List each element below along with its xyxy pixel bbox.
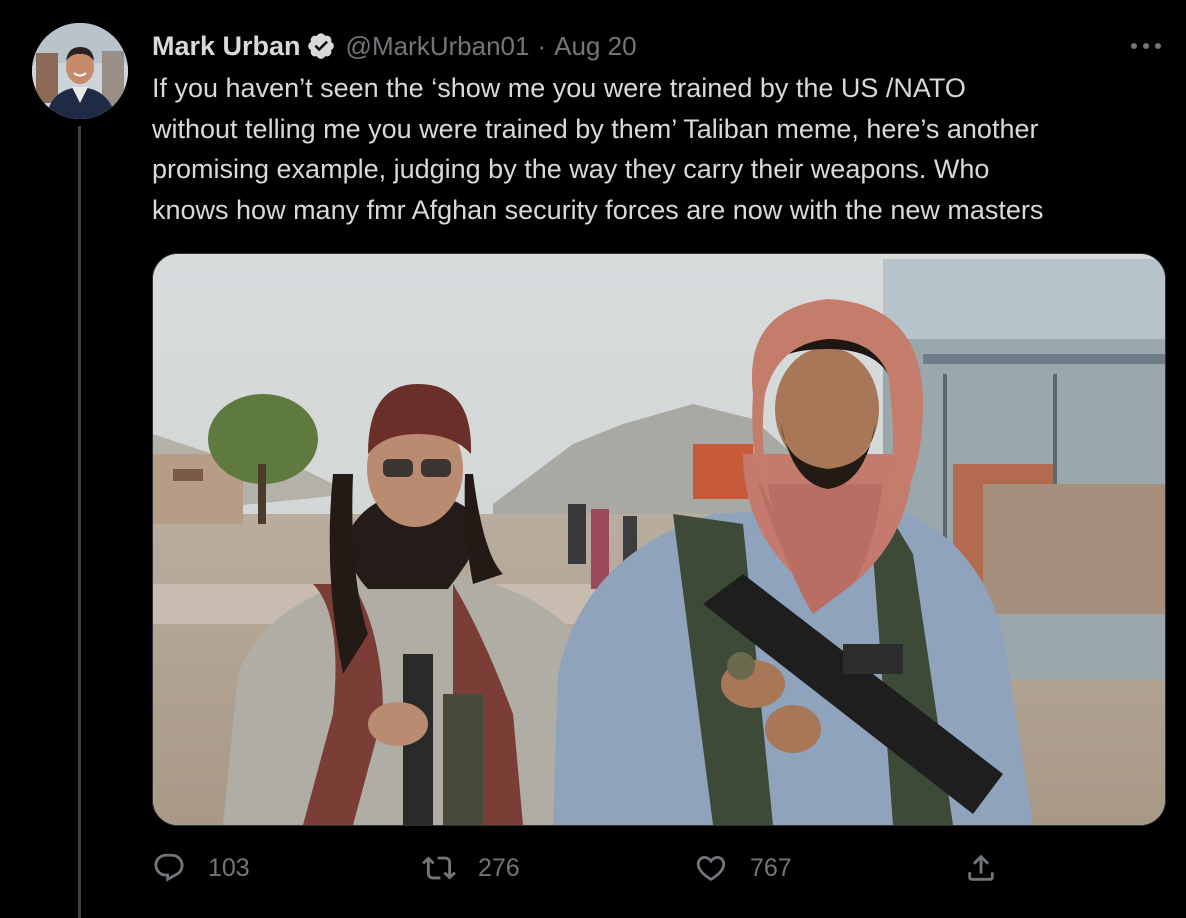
more-options-button[interactable] <box>1126 34 1166 58</box>
avatar-image <box>32 23 128 119</box>
avatar[interactable] <box>32 23 128 119</box>
photo-image <box>153 254 1165 825</box>
tweet-date[interactable]: Aug 20 <box>554 31 636 62</box>
like-button[interactable]: 767 <box>694 845 792 891</box>
tweet-text-line: If you haven’t seen the ‘show me you wer… <box>152 73 966 103</box>
reply-icon <box>154 853 184 882</box>
reply-button[interactable]: 103 <box>152 845 250 891</box>
tweet-header: Mark Urban @MarkUrban01 · Aug 20 <box>152 26 637 66</box>
author-handle[interactable]: @MarkUrban01 <box>346 31 530 62</box>
tweet-text: If you haven’t seen the ‘show me you wer… <box>152 68 1162 230</box>
like-icon <box>696 855 726 881</box>
retweet-icon <box>422 856 456 880</box>
verified-badge-icon <box>307 33 334 59</box>
tweet-text-line: promising example, judging by the way th… <box>152 154 990 184</box>
tweet-actions: 103 276 767 <box>0 845 1186 891</box>
share-icon <box>968 854 994 881</box>
header-separator: · <box>537 30 547 61</box>
thread-connector-line <box>78 126 81 918</box>
tweet-photo[interactable] <box>152 253 1166 826</box>
share-button[interactable] <box>964 845 998 891</box>
reply-count: 103 <box>208 853 250 882</box>
more-icon <box>1131 43 1161 49</box>
retweet-count: 276 <box>478 853 520 882</box>
author-display-name[interactable]: Mark Urban <box>152 31 301 62</box>
retweet-button[interactable]: 276 <box>422 845 520 891</box>
like-count: 767 <box>750 853 792 882</box>
tweet-text-line: without telling me you were trained by t… <box>152 113 1039 144</box>
tweet-text-line: knows how many fmr Afghan security force… <box>152 194 1044 225</box>
